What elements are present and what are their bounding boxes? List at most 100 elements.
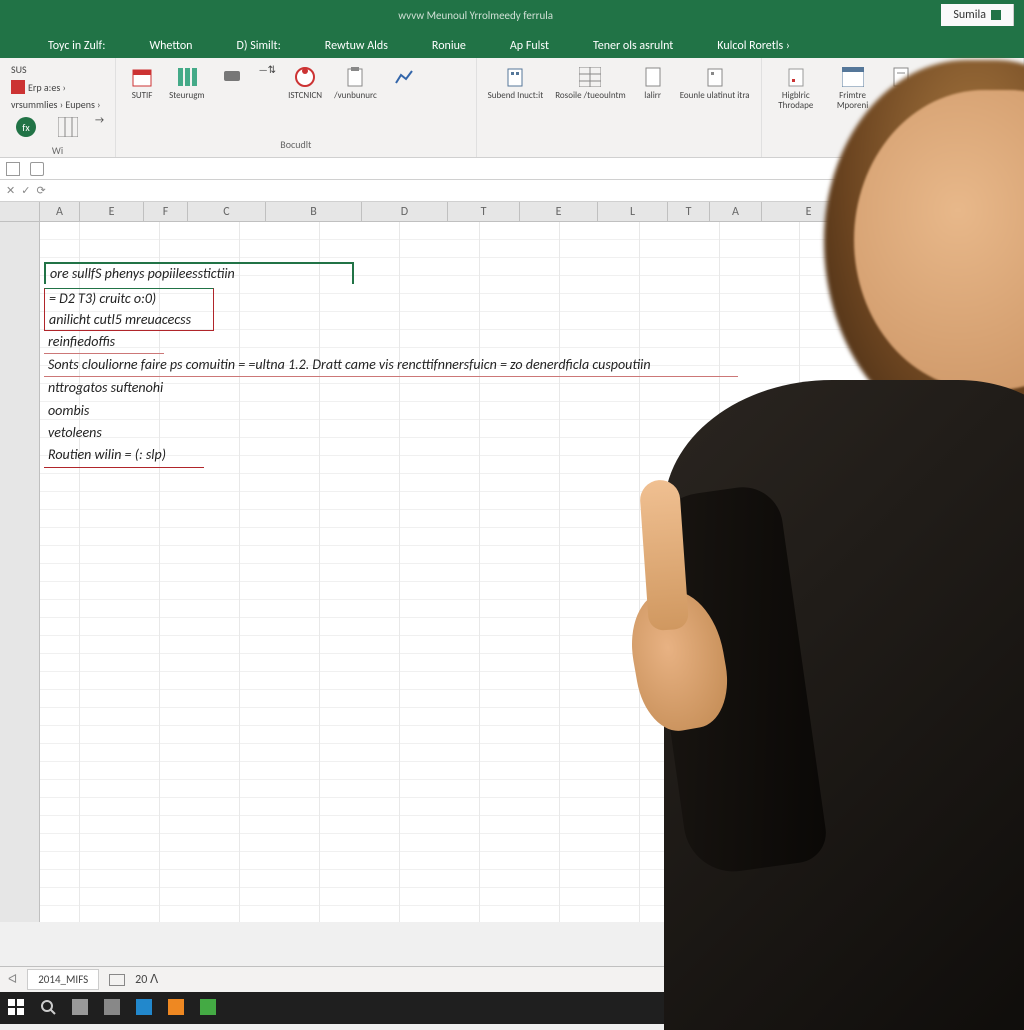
taskbar-app5-icon[interactable]	[200, 999, 218, 1017]
taskbar-app1-icon[interactable]	[72, 999, 90, 1017]
ribbon-tab-0[interactable]: Toyc in Zulf:	[40, 34, 113, 58]
fx-icon: fx	[14, 115, 38, 139]
col-header-4[interactable]: B	[266, 202, 362, 221]
formula-bar[interactable]: ✕ ✓ ⟳	[0, 180, 1024, 202]
ribbon-tab-2[interactable]: D) Similt:	[228, 34, 288, 58]
title-tab-label: Sumila	[953, 8, 986, 22]
taskbar-app3-icon[interactable]	[136, 999, 154, 1017]
taskbar-start-icon[interactable]	[8, 999, 26, 1017]
ribbon-btn-grid[interactable]	[50, 112, 86, 142]
ribbon-tab-7[interactable]: Kulcol Roretls ›	[709, 34, 798, 58]
building2-icon	[703, 65, 727, 89]
building-icon	[503, 65, 527, 89]
zoom-label[interactable]: 20 ᐱ	[135, 972, 158, 987]
ribbon-btn-g4e[interactable]: Ar	[979, 62, 1015, 104]
col-header-7[interactable]: E	[520, 202, 598, 221]
ribbon-btn-g3a[interactable]: Subend Inuct:it	[485, 62, 547, 104]
namebox-icon2[interactable]	[30, 162, 44, 176]
col-header-11[interactable]: E	[762, 202, 856, 221]
sheet-scroll-icon[interactable]: ▬	[1004, 972, 1016, 987]
title-tabs: Sumila	[941, 4, 1014, 26]
group-label-4b: Nlt:	[914, 136, 929, 153]
grid-icon	[56, 115, 80, 139]
col-header-8[interactable]: L	[598, 202, 668, 221]
cell-content: ore sullfS phenys popiileesstictiin = D2…	[44, 262, 738, 468]
ribbon-btn-eraser[interactable]	[214, 62, 250, 92]
col-header-10[interactable]: A	[710, 202, 762, 221]
doc-icon	[641, 65, 665, 89]
sheet-nav-prev[interactable]: ᐊ	[8, 972, 17, 987]
ribbon-item-summ[interactable]: vrsummlies › Eupens ›	[8, 97, 107, 112]
taskbar-search-icon[interactable]	[40, 999, 58, 1017]
play-icon	[937, 65, 961, 89]
ribbon-btn-g3c[interactable]: lalirr	[635, 62, 671, 104]
namebox-icon[interactable]	[6, 162, 20, 176]
ribbon-btn-sutif[interactable]: SUTIF	[124, 62, 160, 104]
ribbon-btn-g4d[interactable]: Bronse Cirmbne	[925, 62, 973, 114]
cell-r6[interactable]: nttrogatos suftenohi	[44, 377, 204, 399]
column-headers: AEFCBDTELTAE	[0, 202, 1024, 222]
ribbon-tab-4[interactable]: Roniue	[424, 34, 474, 58]
cell-r3: anilicht cutl5 mreuacecss	[49, 310, 213, 330]
ribbon-btn-chart[interactable]	[386, 62, 422, 92]
select-all-corner[interactable]	[0, 202, 40, 221]
globe-icon	[293, 65, 317, 89]
ribbon-btn-g3b[interactable]: Rosoile /tueoulntm	[552, 62, 628, 104]
ribbon-btn-globe[interactable]: ISTCNICN	[285, 62, 325, 104]
col-header-2[interactable]: F	[144, 202, 188, 221]
refresh-icon[interactable]: ⟳	[36, 184, 45, 197]
col-header-3[interactable]: C	[188, 202, 266, 221]
sheet-tab-active[interactable]: 2014_MIFS	[27, 969, 99, 990]
name-box-row	[0, 158, 1024, 180]
ribbon-item-dash[interactable]: —⇅	[256, 62, 279, 77]
cell-r1[interactable]: ore sullfS phenys popiileesstictiin	[44, 262, 354, 284]
cell-r5[interactable]: Sonts clouliorne faire ps comuitin = =ul…	[44, 354, 738, 377]
sheet-icon	[889, 65, 913, 89]
ribbon-item-erp[interactable]: Erp a:es ›	[8, 79, 107, 95]
ribbon-btn-g4b[interactable]: Frimtre Mporeni	[828, 62, 877, 114]
col-header-6[interactable]: T	[448, 202, 520, 221]
title-bar: wvvw Meunoul Yrrolmeedy ferrula Sumila	[0, 0, 1024, 30]
spreadsheet-grid[interactable]: ore sullfS phenys popiileesstictiin = D2…	[0, 222, 1024, 922]
ribbon-tab-3[interactable]: Rewtuw Alds	[317, 34, 396, 58]
ribbon-btn-paste[interactable]: /vunbunurc	[331, 62, 380, 104]
cell-r8[interactable]: vetoleens	[44, 422, 134, 444]
dash-icon: —⇅	[259, 63, 276, 76]
sheet-tab-bar: ᐊ 2014_MIFS 20 ᐱ ▬	[0, 966, 1024, 992]
ribbon-btn-g3d[interactable]: Eounle ulatinut itra	[677, 62, 753, 104]
building3-icon	[784, 65, 808, 89]
cell-r2-box[interactable]: = D2 T3) cruitc o:0) anilicht cutl5 mreu…	[44, 288, 214, 331]
cell-r9[interactable]: Routien wilin = (: slp)	[44, 444, 204, 467]
col-header-1[interactable]: E	[80, 202, 144, 221]
ribbon-tab-1[interactable]: Whetton	[141, 34, 200, 58]
ribbon-btn-fx[interactable]: fx	[8, 112, 44, 142]
svg-text:fx: fx	[22, 121, 30, 134]
cancel-icon[interactable]: ✕	[6, 184, 15, 197]
row-headers[interactable]	[0, 222, 40, 922]
col-header-9[interactable]: T	[668, 202, 710, 221]
window-title: wvvw Meunoul Yrrolmeedy ferrula	[10, 9, 941, 22]
cell-r7[interactable]: oombis	[44, 400, 124, 422]
title-tab-active[interactable]: Sumila	[941, 4, 1014, 26]
ribbon-tab-5[interactable]: Ap Fulst	[502, 34, 557, 58]
taskbar-app2-icon[interactable]	[104, 999, 122, 1017]
ribbon-group-4: Higblric Throdape Frimtre Mporeni Spe Ro…	[762, 58, 1024, 157]
ribbon-btn-g4c[interactable]: Spe Rocos	[883, 62, 919, 114]
ribbon-item-sus[interactable]: SUS	[8, 62, 107, 77]
col-header-5[interactable]: D	[362, 202, 448, 221]
group-label-1: Wi	[8, 142, 107, 159]
col-header-0[interactable]: A	[40, 202, 80, 221]
ribbon-tab-6[interactable]: Tener ols asrulnt	[585, 34, 681, 58]
view-icon[interactable]	[109, 974, 125, 986]
cell-r4[interactable]: reinfiedoffis	[44, 331, 164, 354]
col-header-12[interactable]	[856, 202, 916, 221]
taskbar-app4-icon[interactable]	[168, 999, 186, 1017]
ribbon-tabs: Toyc in Zulf: Whetton D) Similt: Rewtuw …	[0, 30, 1024, 58]
ribbon-btn-col[interactable]: Steurugm	[166, 62, 208, 104]
columns-icon	[175, 65, 199, 89]
ribbon-btn-g4a[interactable]: Higblric Throdape	[770, 62, 822, 114]
check-icon[interactable]: ✓	[21, 184, 30, 197]
ribbon-item-arrow[interactable]: →	[92, 112, 107, 127]
tab-icon	[991, 10, 1001, 20]
arrow-icon: →	[95, 113, 104, 126]
